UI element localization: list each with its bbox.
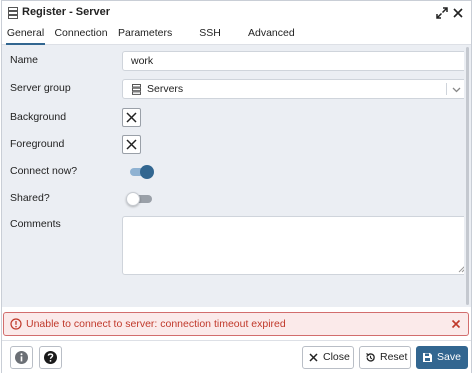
background-label: Background [10,111,67,123]
toggle-knob [126,192,140,206]
tab-general[interactable]: General [6,25,45,45]
dialog-footer: Close Reset Save [2,340,471,373]
general-form: Name work Server group Servers Backgroun… [2,45,471,307]
chevron-down-icon[interactable] [451,84,462,95]
save-icon [423,353,432,362]
register-server-dialog: Register - Server General Connection Par… [1,0,472,373]
save-button[interactable]: Save [416,346,468,369]
foreground-color-picker[interactable] [122,135,141,154]
reset-button-label: Reset [380,351,408,363]
close-button-label: Close [323,351,350,363]
close-button[interactable]: Close [302,346,354,369]
form-scrollbar[interactable] [464,45,471,307]
tab-bar: General Connection Parameters SSH Tunnel… [2,25,471,56]
shared-label: Shared? [10,192,50,204]
close-icon[interactable] [451,6,465,20]
server-group-icon [132,84,141,95]
connect-now-toggle[interactable] [130,165,154,179]
server-group-value: Servers [147,83,184,95]
server-group-label: Server group [10,82,71,94]
clear-color-icon [126,139,137,150]
toggle-knob [140,165,154,179]
clear-color-icon [126,112,137,123]
help-button[interactable] [39,346,62,369]
expand-icon[interactable] [435,6,449,20]
comments-label: Comments [10,218,61,230]
tab-ssh-tunnel[interactable]: SSH Tunnel [182,25,238,56]
comments-textarea[interactable] [122,216,468,275]
foreground-label: Foreground [10,138,65,150]
name-input[interactable]: work [122,51,468,71]
dialog-titlebar[interactable]: Register - Server [2,1,471,25]
tab-parameters[interactable]: Parameters [118,25,172,45]
name-label: Name [10,54,39,66]
error-icon [10,318,22,330]
scrollbar-thumb[interactable] [466,47,469,305]
server-icon [8,7,18,19]
connect-now-label: Connect now? [10,165,78,177]
close-icon [309,353,318,362]
tab-connection[interactable]: Connection [54,25,108,45]
error-message-bar: Unable to connect to server: connection … [3,312,469,336]
reset-icon [366,353,375,362]
help-icon [44,351,57,364]
background-color-picker[interactable] [122,108,141,127]
info-button[interactable] [10,346,33,369]
save-button-label: Save [437,351,461,363]
reset-button[interactable]: Reset [359,346,411,369]
server-group-select[interactable]: Servers [122,79,468,99]
dismiss-error-icon[interactable] [450,318,462,330]
shared-toggle[interactable] [126,192,152,206]
error-message: Unable to connect to server: connection … [26,318,286,330]
select-separator [446,83,447,95]
tab-advanced[interactable]: Advanced [248,25,295,45]
dialog-title: Register - Server [22,6,111,18]
info-icon [15,351,28,364]
